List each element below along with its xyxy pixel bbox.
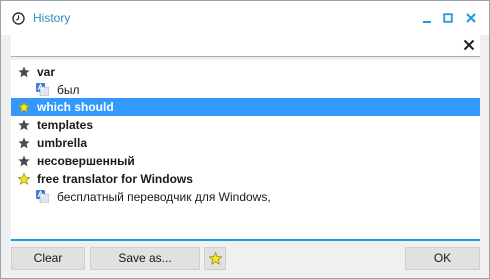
save-as-button[interactable]: Save as... xyxy=(90,247,200,270)
translate-icon xyxy=(36,190,49,203)
history-translation[interactable]: бесплатный переводчик для Windows, xyxy=(11,188,480,206)
clear-search-icon[interactable] xyxy=(463,39,475,51)
window-title: History xyxy=(33,11,71,25)
star-icon[interactable] xyxy=(18,119,30,131)
history-translation-text: был xyxy=(57,83,80,97)
history-entry-selected[interactable]: which should xyxy=(11,98,480,116)
search-bar xyxy=(11,35,480,57)
star-icon xyxy=(209,252,222,265)
history-translation[interactable]: был xyxy=(11,81,480,99)
history-entry[interactable]: var xyxy=(11,63,480,81)
history-entry-text: which should xyxy=(37,100,114,114)
history-entry-text: free translator for Windows xyxy=(37,172,193,186)
star-icon[interactable] xyxy=(18,173,30,185)
favorites-filter-button[interactable] xyxy=(204,247,226,270)
minimize-icon[interactable] xyxy=(420,11,434,25)
history-entry-text: templates xyxy=(37,118,94,132)
history-entry-text: var xyxy=(37,65,56,79)
history-entry[interactable]: templates xyxy=(11,116,480,134)
ok-button[interactable]: OK xyxy=(405,247,480,270)
history-translation-text: бесплатный переводчик для Windows, xyxy=(57,190,271,204)
star-icon[interactable] xyxy=(18,101,30,113)
star-icon[interactable] xyxy=(18,155,30,167)
history-entry[interactable]: free translator for Windows xyxy=(11,170,480,188)
clear-button[interactable]: Clear xyxy=(11,247,85,270)
history-entry-text: несовершенный xyxy=(37,154,135,168)
star-icon[interactable] xyxy=(18,66,30,78)
history-list[interactable]: var был which should templates umbrella … xyxy=(11,60,480,241)
history-entry[interactable]: несовершенный xyxy=(11,152,480,170)
title-bar: History xyxy=(1,1,489,35)
history-entry[interactable]: umbrella xyxy=(11,134,480,152)
clock-icon xyxy=(12,12,25,25)
star-icon[interactable] xyxy=(18,137,30,149)
close-icon[interactable] xyxy=(464,11,478,25)
translate-icon xyxy=(36,83,49,96)
search-input[interactable] xyxy=(11,35,451,56)
history-entry-text: umbrella xyxy=(37,136,88,150)
history-window: History var был which should templates u… xyxy=(0,0,490,279)
maximize-icon[interactable] xyxy=(441,11,455,25)
